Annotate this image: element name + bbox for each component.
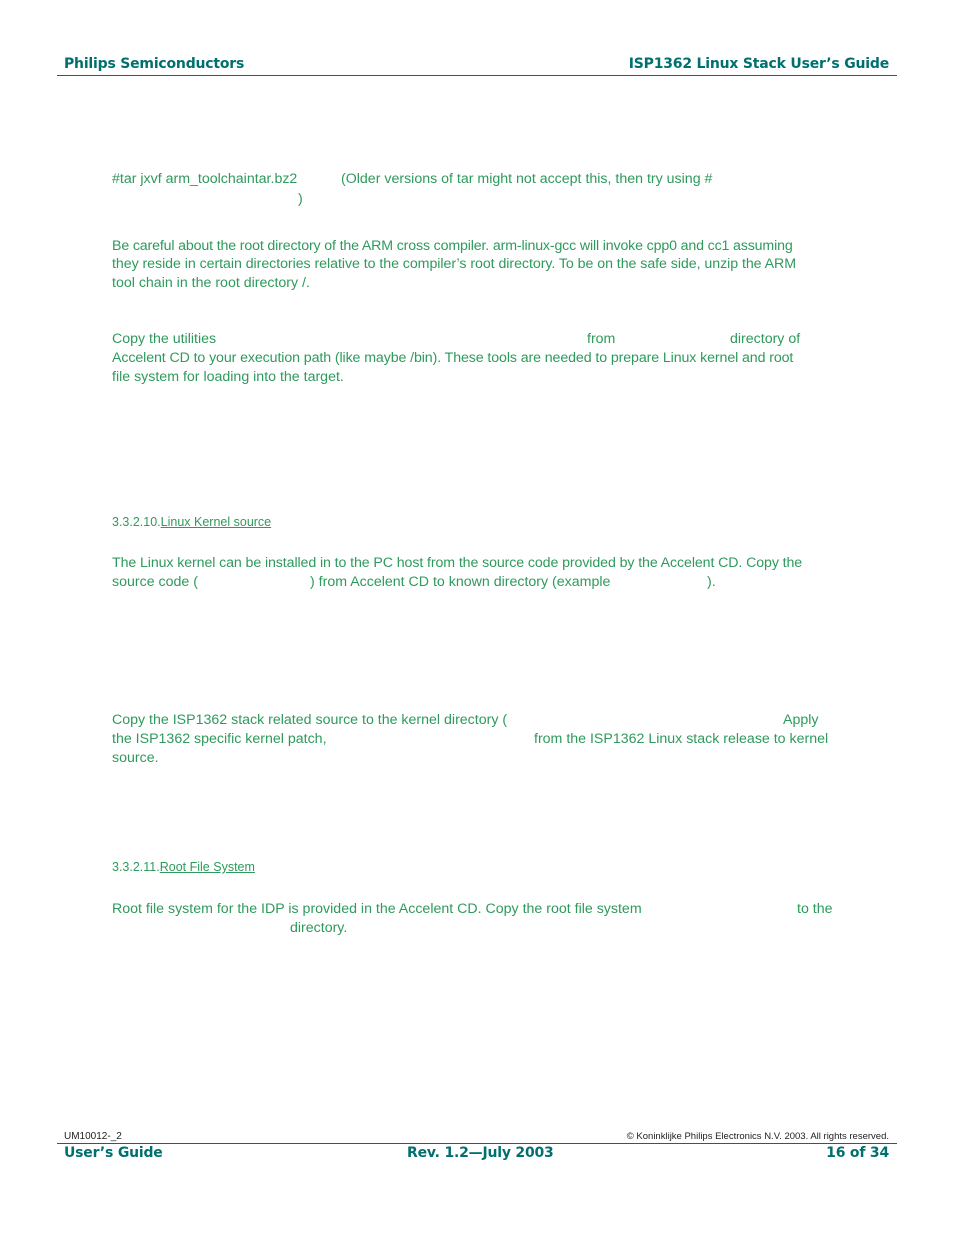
tar-command: #tar jxvf arm_toolchaintar.bz2 xyxy=(112,171,298,187)
footer-revision: Rev. 1.2—July 2003 xyxy=(407,1145,554,1161)
footer-doc-type: User’s Guide xyxy=(64,1145,163,1161)
copy-utils-part1: Copy the utilities xyxy=(112,331,217,347)
copy-utils-part3: directory of xyxy=(730,331,801,347)
isp-line-1a: Copy the ISP1362 stack related source to… xyxy=(112,712,508,728)
header-divider xyxy=(57,75,897,76)
tar-note-close: ) xyxy=(298,191,303,207)
kernel-line-1: The Linux kernel can be installed in to … xyxy=(112,555,803,571)
tar-note: (Older versions of tar might not accept … xyxy=(341,171,713,187)
careful-line-1: Be careful about the root directory of t… xyxy=(112,238,793,254)
section-number: 3.3.2.10. xyxy=(112,515,161,529)
section-title-link[interactable]: Root File System xyxy=(160,860,255,874)
rootfs-line-1b: to the xyxy=(797,901,833,917)
header-doc-title: ISP1362 Linux Stack User’s Guide xyxy=(628,56,889,72)
kernel-line-2b: ) from Accelent CD to known directory (e… xyxy=(310,574,611,590)
careful-line-2: they reside in certain directories relat… xyxy=(112,256,797,272)
copy-utils-part2: from xyxy=(587,331,616,347)
header-company: Philips Semiconductors xyxy=(64,56,245,72)
footer-doc-id: UM10012-_2 xyxy=(64,1131,122,1142)
kernel-line-2c: ). xyxy=(707,574,716,590)
footer-copyright: © Koninklijke Philips Electronics N.V. 2… xyxy=(626,1131,889,1142)
copy-utils-line3: file system for loading into the target. xyxy=(112,369,344,385)
section-title-link[interactable]: Linux Kernel source xyxy=(161,515,271,529)
isp-line-2a: the ISP1362 specific kernel patch, xyxy=(112,731,327,747)
copy-utils-line2: Accelent CD to your execution path (like… xyxy=(112,350,794,366)
rootfs-line-2: directory. xyxy=(290,920,348,936)
footer-page-number: 16 of 34 xyxy=(826,1145,889,1161)
careful-line-3: tool chain in the root directory /. xyxy=(112,275,310,291)
kernel-line-2a: source code ( xyxy=(112,574,198,590)
isp-line-3: source. xyxy=(112,750,159,766)
section-number: 3.3.2.11. xyxy=(112,860,160,874)
isp-line-1b: Apply xyxy=(783,712,819,728)
section-heading-kernel: 3.3.2.10.Linux Kernel source xyxy=(112,515,271,529)
isp-line-2b: from the ISP1362 Linux stack release to … xyxy=(534,731,829,747)
footer-divider xyxy=(57,1143,897,1144)
section-heading-rootfs: 3.3.2.11.Root File System xyxy=(112,860,255,874)
rootfs-line-1a: Root file system for the IDP is provided… xyxy=(112,901,642,917)
